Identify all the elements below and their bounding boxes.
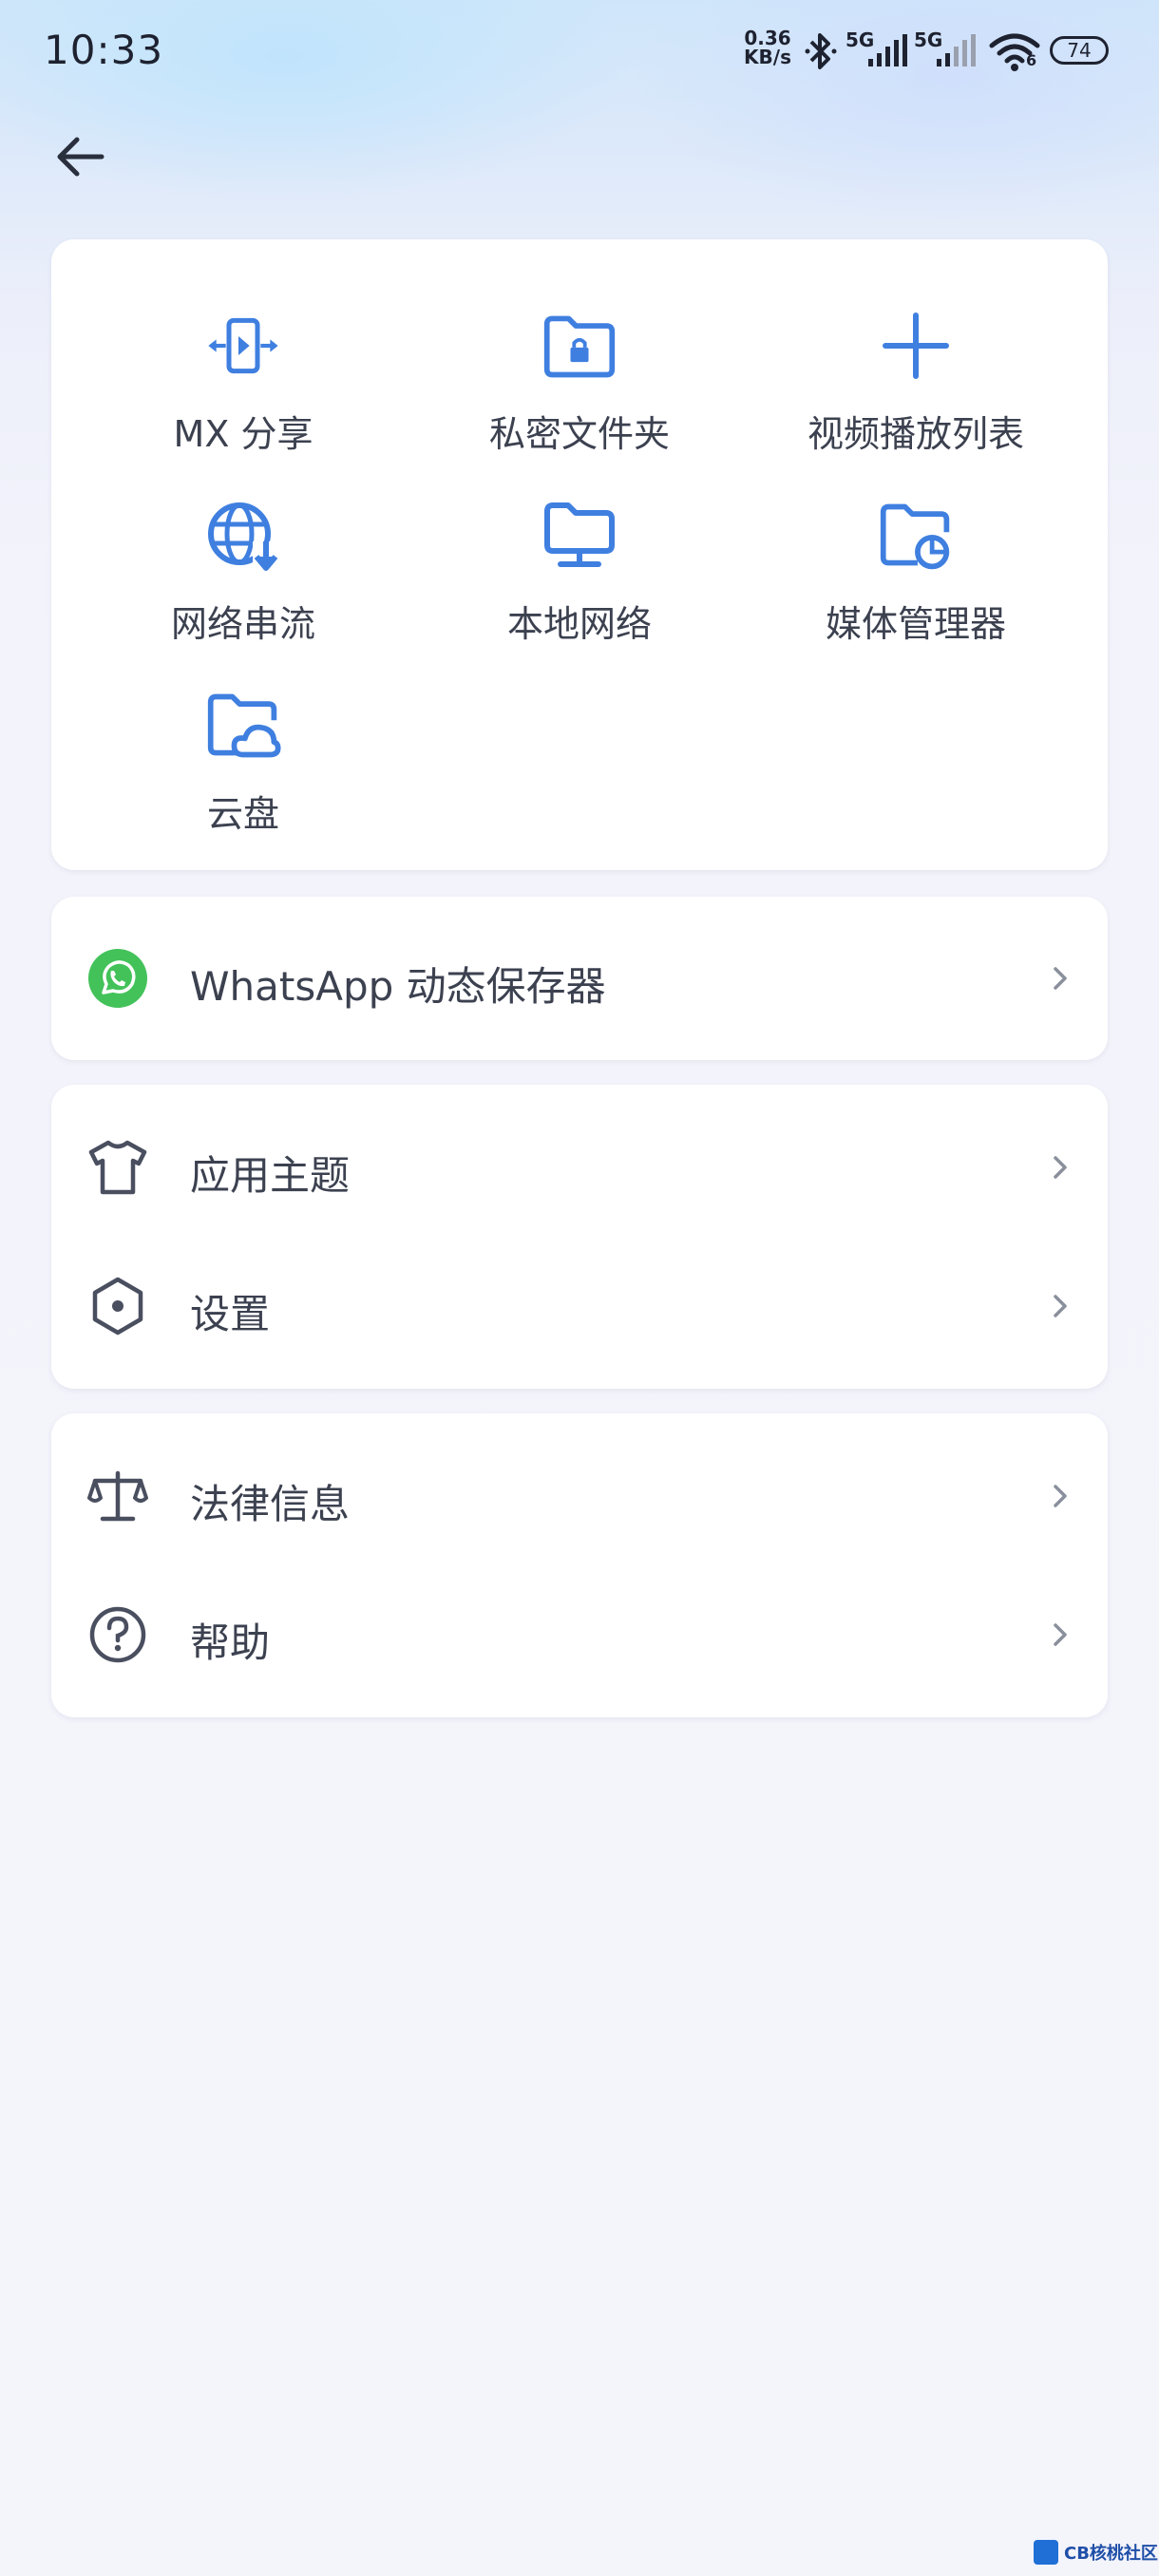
grid-item-label: MX 分享: [173, 413, 314, 455]
status-time: 10:33: [44, 27, 164, 73]
help-row[interactable]: 帮助: [51, 1565, 1108, 1704]
settings-label: 设置: [190, 1291, 271, 1337]
chevron-right-icon: [1054, 1156, 1067, 1179]
back-arrow-icon: [57, 137, 104, 177]
chevron-right-icon: [1054, 967, 1067, 990]
battery-indicator: 74: [1050, 36, 1109, 65]
scale-icon: [87, 1470, 148, 1522]
grid-item-label: 媒体管理器: [825, 603, 1006, 645]
settings-row[interactable]: 设置: [51, 1237, 1108, 1375]
legal-info-label: 法律信息: [190, 1481, 351, 1527]
chevron-right-icon: [1054, 1295, 1067, 1317]
signal-icon: [868, 34, 907, 66]
network-speed-value: 0.36: [744, 27, 791, 49]
media-manager-icon: [880, 503, 950, 570]
grid-item-label: 本地网络: [506, 603, 652, 645]
legal-info-row[interactable]: 法律信息: [51, 1427, 1108, 1565]
watermark: CB核桃社区: [1034, 2538, 1158, 2567]
status-bar: 10:33 0.36 KB/s 5G 5G 6 74: [0, 0, 1159, 104]
grid-item-label: 云盘: [206, 793, 279, 835]
whatsapp-status-saver-row[interactable]: WhatsApp 动态保存器: [51, 909, 1108, 1048]
chevron-right-icon: [1054, 1623, 1067, 1646]
signal-icon-secondary: [937, 34, 976, 66]
grid-item-local-network[interactable]: 本地网络: [437, 450, 722, 645]
help-icon: [89, 1606, 146, 1663]
info-group-card: 法律信息 帮助: [51, 1413, 1108, 1717]
grid-item-video-playlist[interactable]: 视频播放列表: [773, 260, 1058, 455]
back-button[interactable]: [38, 114, 124, 199]
grid-item-private-folder[interactable]: 私密文件夹: [437, 260, 722, 455]
app-theme-row[interactable]: 应用主题: [51, 1098, 1108, 1237]
bluetooth-icon: [805, 33, 837, 69]
private-folder-icon: [543, 315, 616, 378]
grid-item-mx-share[interactable]: MX 分享: [101, 260, 386, 455]
features-grid-card: MX 分享 私密文件夹 视频播放列表 网络串流 本地网络 媒体管理器 云盘: [51, 239, 1108, 870]
tshirt-icon: [88, 1140, 147, 1195]
settings-group-card: 应用主题 设置: [51, 1085, 1108, 1389]
grid-item-label: 视频播放列表: [807, 413, 1024, 455]
network-speed: 0.36 KB/s: [741, 28, 794, 66]
whatsapp-card: WhatsApp 动态保存器: [51, 897, 1108, 1060]
grid-item-label: 网络串流: [170, 603, 315, 645]
grid-item-network-stream[interactable]: 网络串流: [101, 450, 386, 645]
grid-item-media-manager[interactable]: 媒体管理器: [773, 450, 1058, 645]
app-theme-label: 应用主题: [190, 1152, 351, 1199]
cloud-drive-icon: [207, 693, 281, 758]
watermark-logo-icon: [1034, 2540, 1058, 2565]
whatsapp-label: WhatsApp 动态保存器: [190, 963, 606, 1010]
local-network-icon: [544, 502, 615, 567]
whatsapp-icon: [88, 949, 147, 1008]
mx-share-icon: [208, 317, 278, 374]
plus-icon: [883, 313, 949, 379]
grid-item-cloud-drive[interactable]: 云盘: [101, 640, 386, 835]
network-speed-unit: KB/s: [744, 46, 791, 68]
watermark-text: CB核桃社区: [1064, 2544, 1158, 2564]
help-label: 帮助: [190, 1619, 271, 1666]
wifi-number: 6: [1026, 51, 1037, 69]
grid-item-label: 私密文件夹: [488, 413, 670, 455]
network-stream-icon: [208, 502, 281, 574]
chevron-right-icon: [1054, 1485, 1067, 1507]
settings-hexagon-icon: [92, 1277, 143, 1335]
